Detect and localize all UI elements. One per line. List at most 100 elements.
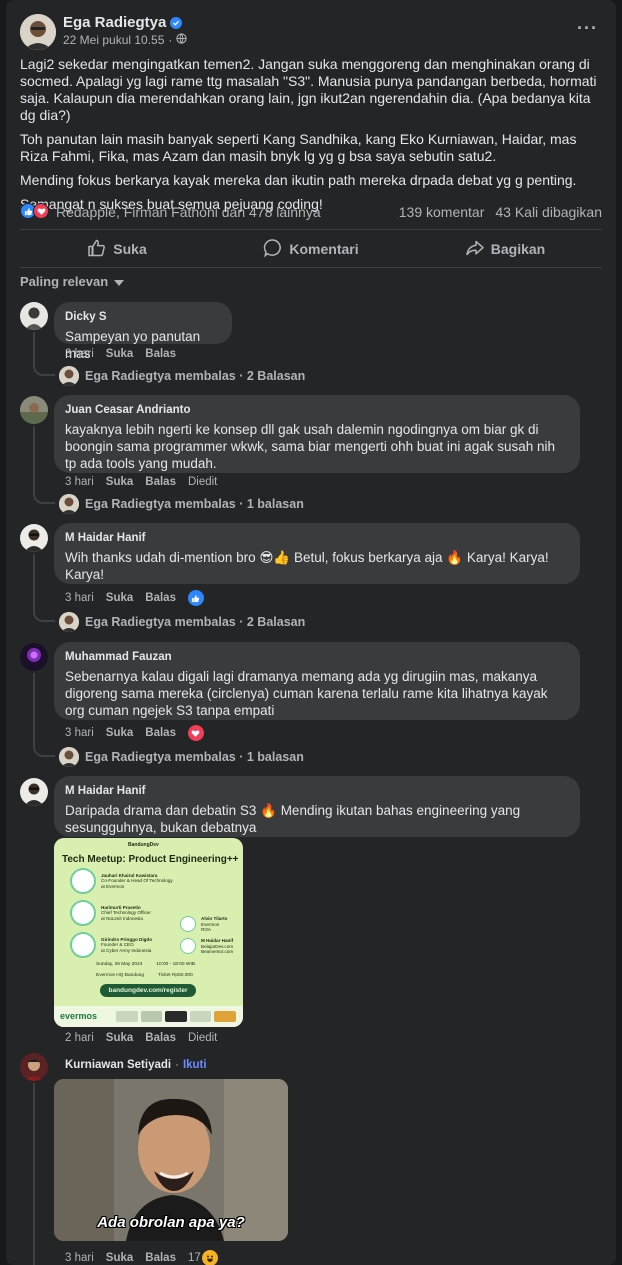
speaker-photo [70,932,96,958]
comment-icon [263,238,283,261]
poster-time: 10:00 - 18:00 WIB [156,962,195,967]
share-icon [465,238,485,261]
reaction-icons[interactable] [20,203,49,219]
post-paragraph: Toh panutan lain masih banyak seperti Ka… [20,131,577,164]
comment-actions: 3 hari Suka Balas [65,590,204,606]
commenter-name[interactable]: Muhammad Fauzan [65,649,569,666]
commenter-name[interactable]: M Haidar Hanif [65,530,569,547]
commenter-avatar[interactable] [20,396,48,424]
commenter-header: Kurniawan Setiyadi · Ikuti [65,1059,207,1071]
thread-line [33,673,35,748]
post-paragraph: Lagi2 sekedar mengingatkan temen2. Janga… [20,56,597,123]
comment-reply-button[interactable]: Balas [145,476,176,488]
poster-speaker: M Haidar Hanif BelajarDev.com Beamentor.co… [180,938,233,955]
post-author[interactable]: Ega Radiegtya [63,14,183,31]
comment-sort-dropdown[interactable]: Paling relevan [20,274,125,289]
comment-time[interactable]: 3 hari [65,592,94,604]
share-label: Bagikan [490,241,546,257]
follow-button[interactable]: Ikuti [183,1059,207,1071]
comment-like-button[interactable]: Suka [106,1252,134,1264]
post-card: Ega Radiegtya 22 Mei pukul 10.55 · ··· L… [6,0,616,1265]
view-replies-link[interactable]: Ega Radiegtya membalas · 1 balasan [59,747,304,767]
like-button[interactable]: Suka [20,232,214,266]
post-timestamp[interactable]: 22 Mei pukul 10.55 [63,33,164,47]
comment-actions: 2 hari Suka Balas Diedit [65,1032,217,1044]
sponsor-logos [116,1011,236,1022]
commenter-name[interactable]: M Haidar Hanif [65,783,569,800]
comment-time[interactable]: 3 hari [65,476,94,488]
poster-brand: BandungDev [128,842,159,848]
post-actions: Suka Komentari Bagikan [20,232,602,266]
divider [20,267,602,268]
thread-line [33,426,35,496]
commenter-avatar[interactable] [20,524,48,552]
view-replies-link[interactable]: Ega Radiegtya membalas · 1 balasan [59,494,304,514]
thread-curve [33,364,55,376]
commenter-name[interactable]: Dicky S [65,309,221,326]
globe-icon [176,33,188,47]
edited-label: Diedit [187,476,218,488]
comment-reply-button[interactable]: Balas [145,348,176,360]
comment-reply-button[interactable]: Balas [145,592,176,604]
comment-time[interactable]: 3 hari [65,727,94,739]
comment-like-button[interactable]: Suka [106,476,134,488]
comment-bubble: M Haidar Hanif Wih thanks udah di-mentio… [54,523,580,584]
thumbs-up-icon [87,238,107,261]
view-replies-link[interactable]: Ega Radiegtya membalas · 2 Balasan [59,366,305,386]
comment-reaction-summary[interactable]: 17 [188,1250,218,1265]
share-button[interactable]: Bagikan [408,232,602,266]
thread-curve [33,492,55,504]
commenter-name[interactable]: Kurniawan Setiyadi [65,1059,171,1071]
comment-reply-button[interactable]: Balas [145,1032,176,1044]
comment-photo[interactable]: Ada obrolan apa ya? [54,1079,288,1241]
commenter-avatar[interactable] [20,1053,48,1081]
verified-badge-icon [170,16,183,29]
poster-ticket: Ticket Rp50.000 [158,973,193,978]
commenter-avatar[interactable] [20,643,48,671]
speaker-photo [70,868,96,894]
comment-bubble: Muhammad Fauzan Sebenarnya kalau digali … [54,642,580,720]
commenter-avatar[interactable] [20,778,48,806]
comment-reply-button[interactable]: Balas [145,1252,176,1264]
poster-speaker: Girindro Pringgo Digdo Founder & CEO at Cy… [70,932,152,958]
commenter-avatar[interactable] [20,302,48,330]
comment-text: Wih thanks udah di-mention bro 😎👍 Betul,… [65,550,549,582]
thread-line [33,332,35,368]
post-text: Lagi2 sekedar mengingatkan temen2. Janga… [20,56,605,220]
comment-text: kayaknya lebih ngerti ke konsep dll gak … [65,422,556,471]
event-poster-image[interactable]: BandungDev Tech Meetup: Product Engineer… [54,838,243,1027]
reply-author-avatar [59,612,79,632]
speaker-photo [180,938,196,955]
reactors-text[interactable]: Redapple, Firman Fathoni dan 478 lainnya [56,204,321,220]
love-reaction-icon[interactable] [187,725,204,741]
view-replies-link[interactable]: Ega Radiegtya membalas · 2 Balasan [59,612,305,632]
comment-time[interactable]: 2 hari [65,1032,94,1044]
comment-like-button[interactable]: Suka [106,1032,134,1044]
like-reaction-icon[interactable] [187,590,204,606]
post-meta: 22 Mei pukul 10.55 · [63,33,188,47]
comments-count[interactable]: 139 komentar [399,204,485,220]
comment-button[interactable]: Komentari [214,232,408,266]
poster-speaker: Harimurti Prasetio Chief Technology Offic… [70,900,151,926]
poster-date: Sunday, 26 May 2024 [96,962,143,967]
comment-reply-button[interactable]: Balas [145,727,176,739]
comment-like-button[interactable]: Suka [106,727,134,739]
comment-bubble: M Haidar Hanif Daripada drama dan debati… [54,776,580,837]
comment-bubble: Dicky S Sampeyan yo panutan mas [54,302,232,361]
commenter-name[interactable]: Juan Ceasar Andrianto [65,402,569,419]
like-label: Suka [113,241,147,257]
shares-count[interactable]: 43 Kali dibagikan [495,204,602,220]
comment-actions: 3 hari Suka Balas [65,725,204,741]
comment-label: Komentari [289,241,359,257]
caret-down-icon [114,274,125,289]
comment-like-button[interactable]: Suka [106,592,134,604]
comment-time[interactable]: 3 hari [65,1252,94,1264]
poster-title: Tech Meetup: Product Engineering++ [62,854,239,865]
post-author-name[interactable]: Ega Radiegtya [63,14,166,31]
poster-speaker: Alvin Tilarto Evermos ROA [180,916,227,933]
comment-time[interactable]: 3 hari [65,348,94,360]
post-author-avatar[interactable] [20,14,56,50]
comment-like-button[interactable]: Suka [106,348,134,360]
more-options-icon[interactable]: ··· [577,18,598,39]
comment-actions: 3 hari Suka Balas Diedit [65,476,217,488]
